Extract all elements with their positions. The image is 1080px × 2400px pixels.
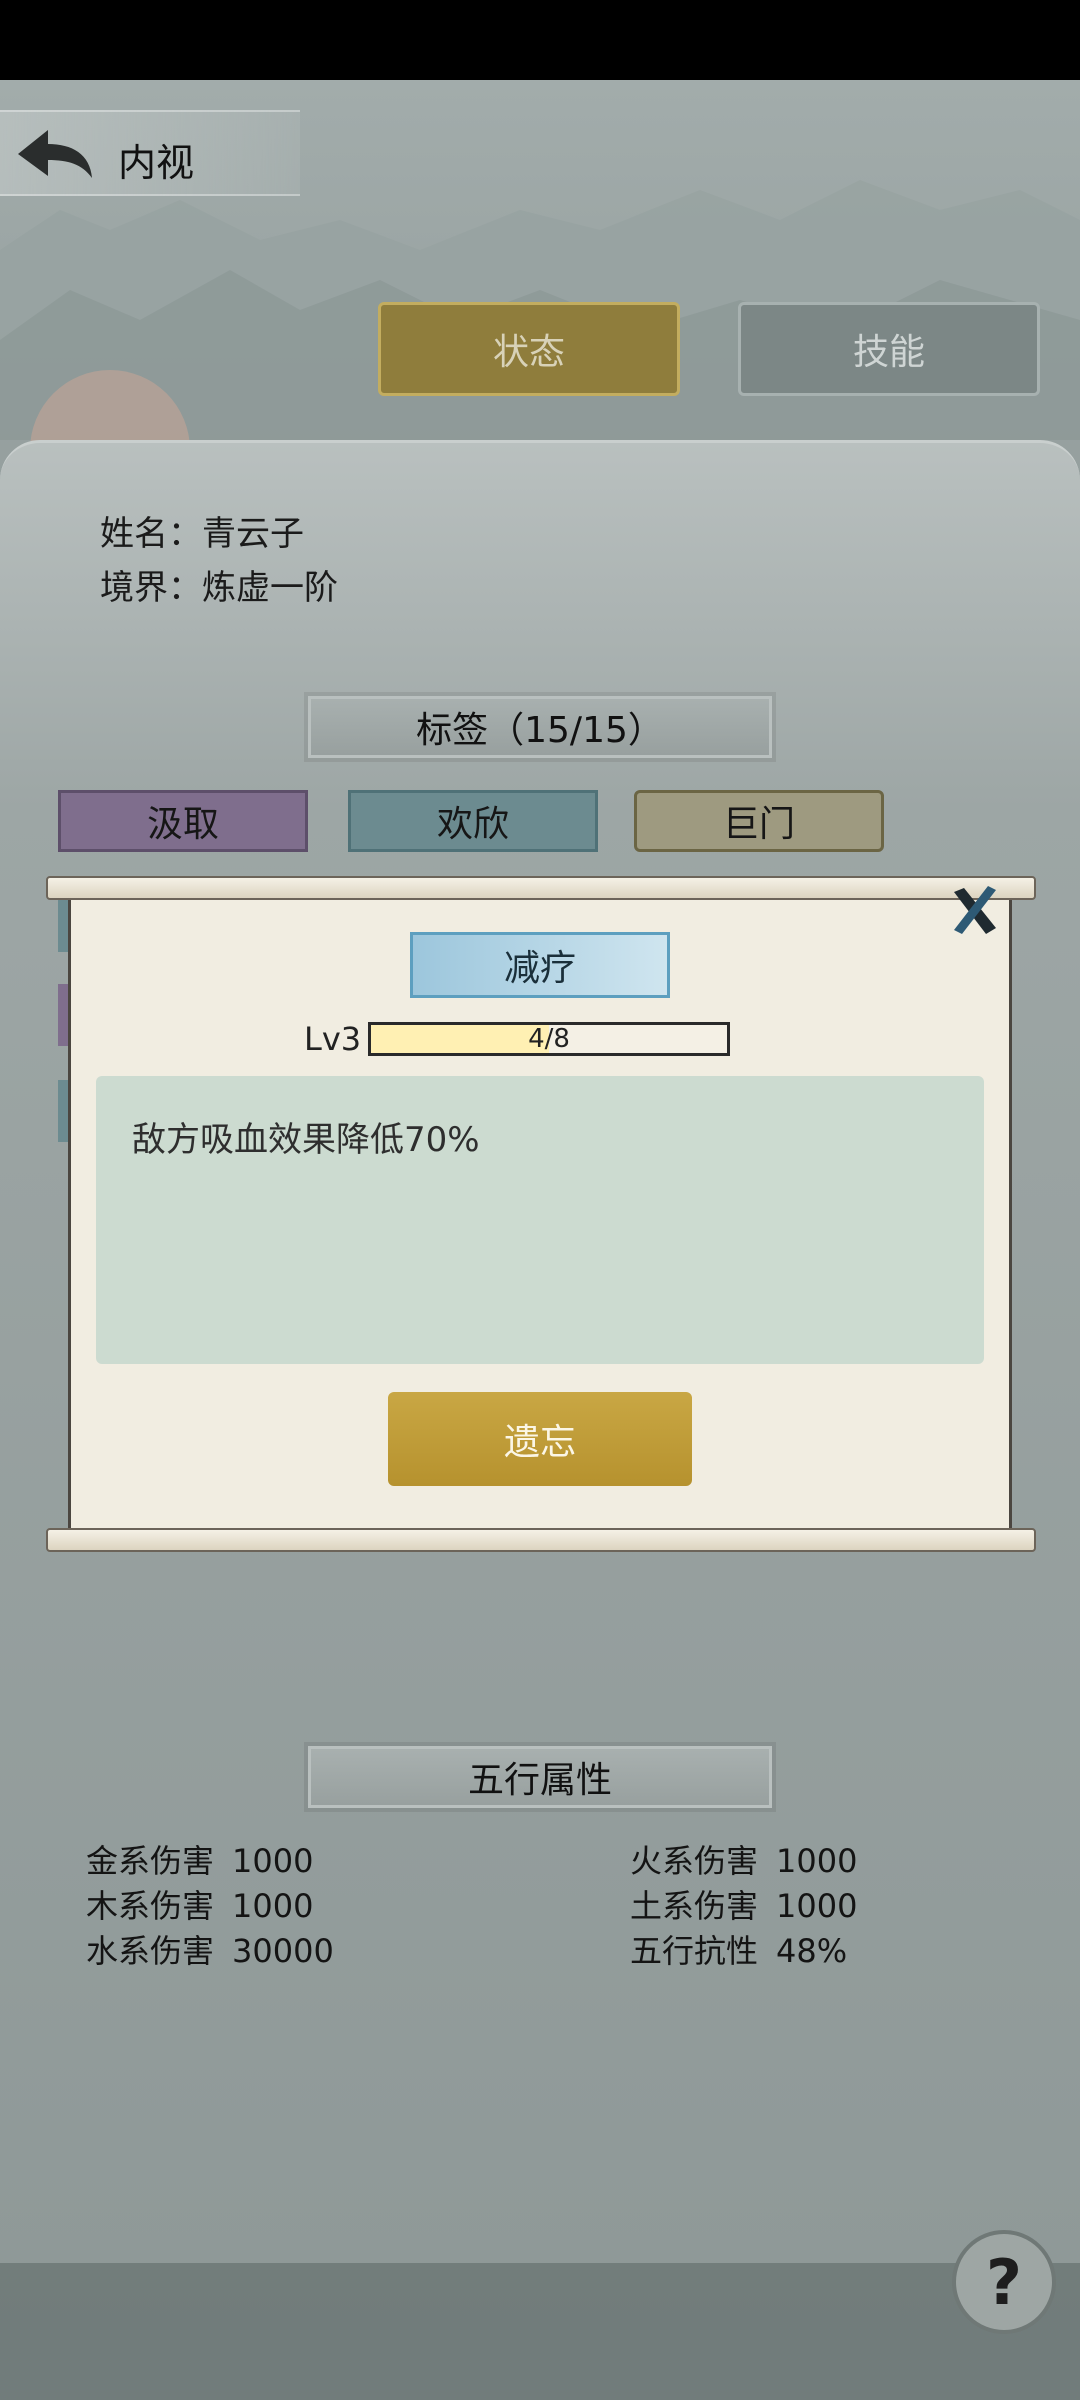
skill-name-badge: 减疗 [410,932,670,998]
tags-section-title: 标签（15/15） [308,696,772,758]
attr-fire-damage: 火系伤害 1000 [630,1842,858,1880]
back-arrow-icon[interactable] [14,124,96,184]
header-bar: 内视 [0,110,300,196]
tab-status[interactable]: 状态 [378,302,680,396]
elements-section-title: 五行属性 [308,1746,772,1808]
attr-wood-damage: 木系伤害 1000 [86,1887,314,1925]
attr-elemental-resistance: 五行抗性 48% [630,1932,848,1970]
attr-earth-damage: 土系伤害 1000 [630,1887,858,1925]
skill-description: 敌方吸血效果降低70% [132,1120,480,1160]
page-title: 内视 [118,141,195,185]
help-button[interactable]: ? [952,2230,1056,2334]
character-realm: 境界：炼虚一阶 [100,568,338,608]
tab-skills[interactable]: 技能 [738,302,1040,396]
attr-metal-damage: 金系伤害 1000 [86,1842,314,1880]
forget-button[interactable]: 遗忘 [388,1392,692,1486]
skill-level: Lv3 [304,1020,362,1058]
scroll-rod-bottom [46,1528,1036,1552]
tag-item-huanxin[interactable]: 欢欣 [348,790,598,852]
scroll-rod-top [46,876,1036,900]
attr-water-damage: 水系伤害 30000 [86,1932,334,1970]
character-name: 姓名：青云子 [100,514,304,554]
exp-progress-bar: 4/8 [368,1022,730,1056]
tag-item-jiqu[interactable]: 汲取 [58,790,308,852]
close-icon[interactable] [948,884,1002,938]
exp-progress-text: 4/8 [528,1024,570,1054]
status-bar [0,0,1080,80]
tag-item-jumen[interactable]: 巨门 [634,790,884,852]
